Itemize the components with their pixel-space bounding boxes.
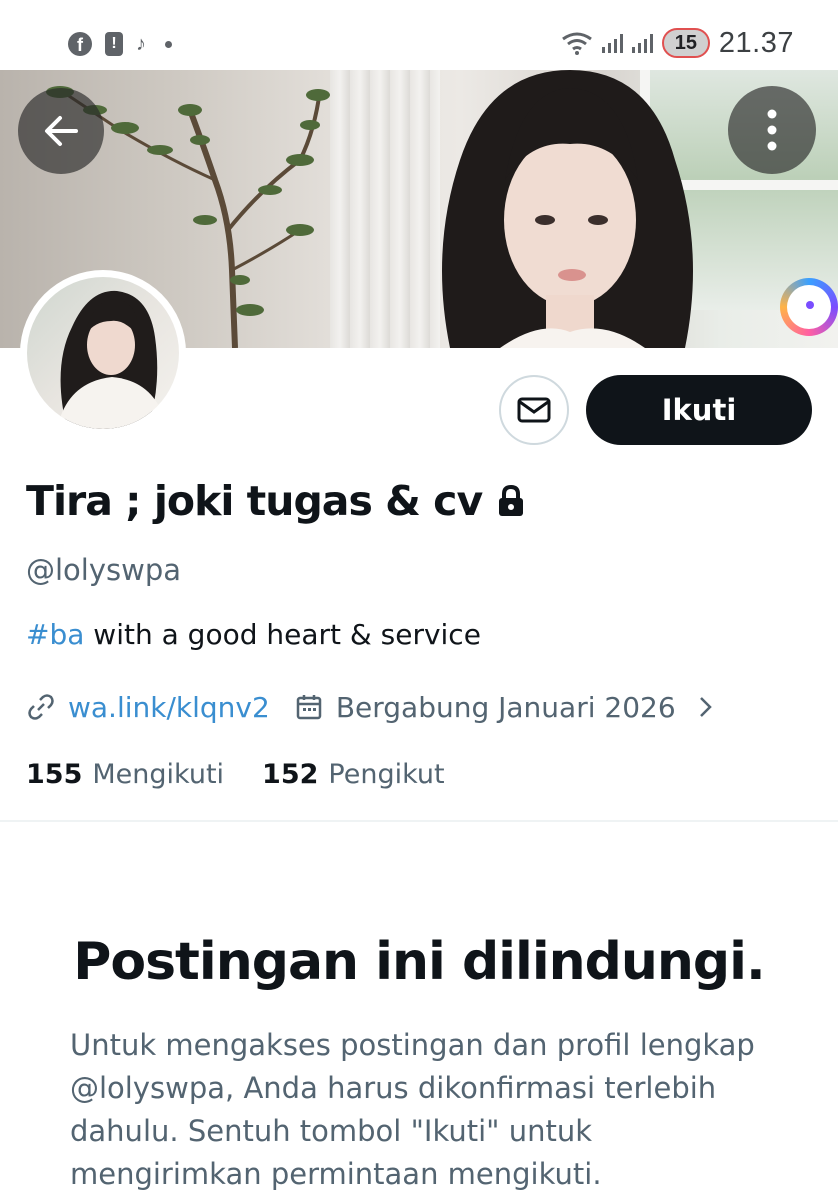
- signal-icon: [631, 33, 653, 53]
- link-icon: [28, 694, 54, 720]
- follow-stats: 155 Mengikuti 152 Pengikut: [26, 754, 445, 794]
- display-name: Tira ; joki tugas & cv: [26, 477, 483, 525]
- arrow-left-icon: [45, 116, 78, 146]
- join-date: Bergabung Januari 2026: [335, 690, 676, 724]
- message-button[interactable]: [499, 375, 569, 445]
- chevron-right-icon[interactable]: [690, 692, 720, 722]
- bio: #ba with a good heart & service: [26, 618, 481, 651]
- avatar-image: [27, 277, 179, 429]
- bio-text: with a good heart & service: [84, 618, 481, 651]
- dot-icon: [165, 40, 172, 48]
- tiktok-icon: ♪: [136, 33, 146, 55]
- followers-label: Pengikut: [328, 758, 445, 790]
- notification-count-badge: 15: [661, 28, 710, 58]
- status-bar: f ! ♪ 15 21.37: [0, 0, 838, 70]
- battery-alert-icon: !: [105, 32, 123, 56]
- clock: 21.37: [718, 26, 794, 59]
- back-button[interactable]: [18, 88, 104, 174]
- floating-assistant-bubble[interactable]: [780, 278, 838, 336]
- banner-portrait-image: [442, 70, 693, 348]
- following-stat[interactable]: 155 Mengikuti: [26, 759, 224, 790]
- follow-button[interactable]: Ikuti: [586, 375, 812, 445]
- facebook-icon: f: [68, 32, 92, 56]
- followers-stat[interactable]: 152 Pengikut: [262, 759, 445, 790]
- calendar-icon: [296, 695, 322, 720]
- profile-meta-row: wa.link/klqnv2 Bergabung Januari 2026: [26, 686, 720, 728]
- more-options-button[interactable]: [728, 86, 816, 174]
- bio-hashtag-link[interactable]: #ba: [26, 618, 84, 651]
- status-bar-right: 15 21.37: [561, 26, 794, 60]
- protected-notice-body: Untuk mengakses postingan dan profil len…: [70, 1028, 755, 1191]
- display-name-row: Tira ; joki tugas & cv: [26, 474, 526, 528]
- divider: [0, 820, 838, 822]
- status-bar-left: f ! ♪: [68, 30, 172, 58]
- website-link[interactable]: wa.link/klqnv2: [68, 691, 270, 724]
- username-handle: @lolyswpa: [26, 553, 182, 587]
- mail-icon: [517, 397, 551, 423]
- following-label: Mengikuti: [92, 758, 225, 790]
- following-count: 155: [26, 758, 83, 790]
- wifi-icon: [562, 32, 592, 55]
- signal-icon: [601, 33, 623, 53]
- more-vertical-icon: [767, 109, 777, 151]
- lock-icon: [499, 484, 524, 516]
- protected-notice-title: Postingan ini dilindungi.: [73, 932, 765, 992]
- followers-count: 152: [262, 758, 319, 790]
- avatar[interactable]: [20, 270, 186, 436]
